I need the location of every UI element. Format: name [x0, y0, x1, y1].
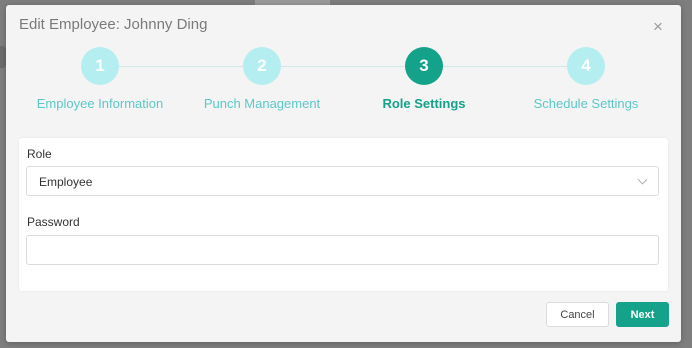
- role-select-value: Employee: [39, 175, 93, 189]
- step-3-label[interactable]: Role Settings: [334, 96, 514, 111]
- password-field[interactable]: [26, 235, 659, 265]
- role-label: Role: [27, 147, 52, 161]
- next-button[interactable]: Next: [616, 302, 669, 327]
- step-4-label[interactable]: Schedule Settings: [496, 96, 676, 111]
- dialog-title: Edit Employee: Johnny Ding: [19, 16, 208, 33]
- edit-employee-dialog: Edit Employee: Johnny Ding × 1 2 3 4 Emp…: [6, 5, 681, 342]
- close-icon[interactable]: ×: [649, 18, 667, 36]
- password-label: Password: [27, 215, 80, 229]
- step-1-circle[interactable]: 1: [81, 47, 119, 85]
- step-connector: [119, 66, 243, 67]
- chevron-down-icon: [637, 174, 648, 185]
- role-settings-form: Role Employee Password: [19, 138, 668, 291]
- step-connector: [281, 66, 405, 67]
- role-select[interactable]: Employee: [26, 166, 659, 196]
- step-2-circle[interactable]: 2: [243, 47, 281, 85]
- cancel-button[interactable]: Cancel: [546, 302, 609, 327]
- step-connector: [443, 66, 567, 67]
- step-3-circle[interactable]: 3: [405, 47, 443, 85]
- step-2-label[interactable]: Punch Management: [172, 96, 352, 111]
- step-1-label[interactable]: Employee Information: [10, 96, 190, 111]
- step-4-circle[interactable]: 4: [567, 47, 605, 85]
